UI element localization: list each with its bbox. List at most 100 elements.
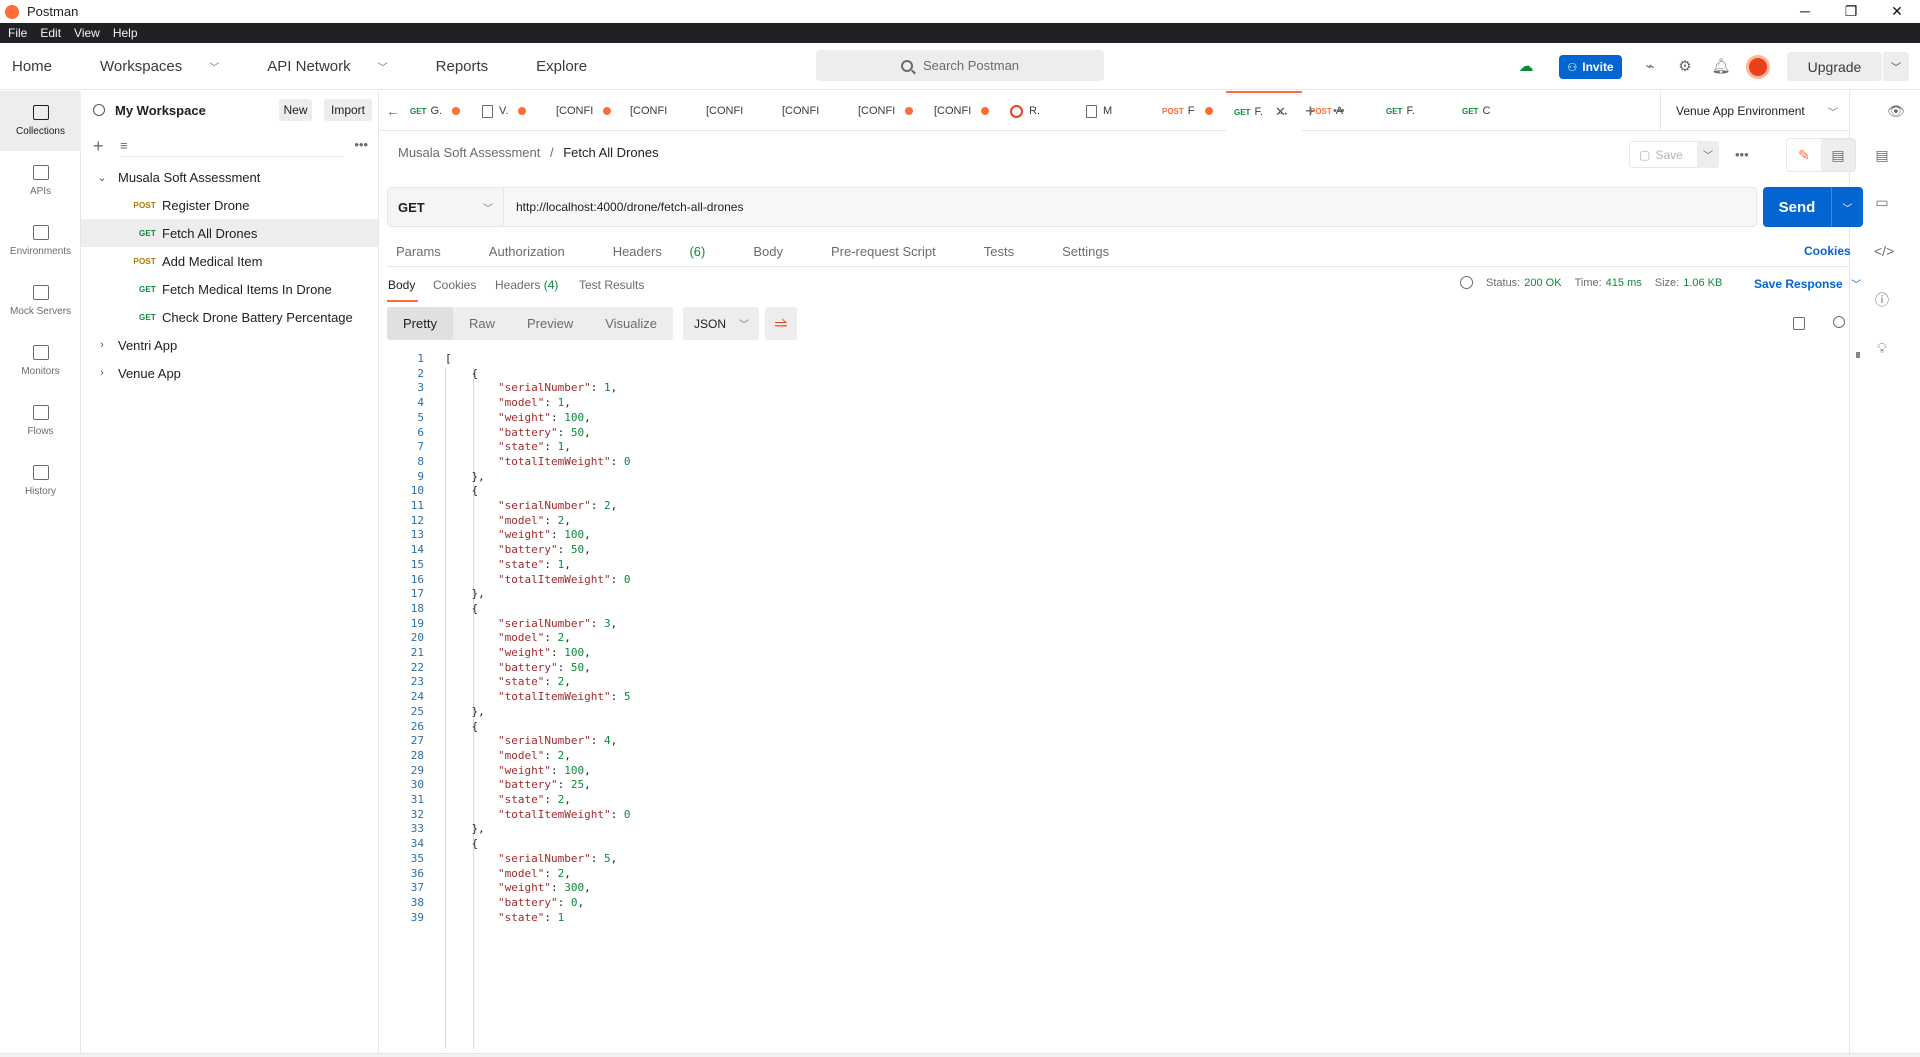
request-tab[interactable]: [CONFI [850,91,926,131]
request-tab[interactable]: M [1078,91,1154,131]
scrollbar-thumb[interactable] [1856,352,1860,358]
chevron-right-icon[interactable]: › [94,339,110,351]
save-response-button[interactable]: Save Response ﹀ [1754,276,1861,291]
request-tab[interactable]: [CONFI [548,91,622,131]
time-value[interactable]: 415 ms [1606,277,1642,289]
close-window-icon[interactable]: ✕ [1874,0,1920,23]
notification-bell-icon[interactable]: 🔔︎ [1710,55,1732,77]
editor-scrollbar[interactable] [1856,352,1860,1049]
breadcrumb-request[interactable]: Fetch All Drones [563,145,658,160]
url-input[interactable]: http://localhost:4000/drone/fetch-all-dr… [504,188,1756,226]
collection-item[interactable]: › Venue App [81,359,378,387]
request-item[interactable]: GET Check Drone Battery Percentage [81,303,378,331]
request-item[interactable]: POST Register Drone [81,191,378,219]
sync-cloud-icon[interactable]: ☁ [1515,55,1537,77]
globe-icon[interactable] [1460,276,1473,289]
tab-authorization[interactable]: Authorization [489,244,589,259]
rail-apis[interactable]: APIs [0,151,81,211]
view-mode-preview[interactable]: Preview [511,307,589,340]
request-tab[interactable]: [CONFI [926,91,1002,131]
tab-params[interactable]: Params [396,244,465,259]
info-icon[interactable]: ⓘ [1874,292,1890,308]
new-button[interactable]: New [279,99,312,121]
format-select[interactable]: JSON ﹀ [683,307,760,340]
chevron-down-icon[interactable]: ⌄ [94,171,110,184]
rail-collections[interactable]: Collections [0,91,81,151]
new-tab-icon[interactable]: + [1297,91,1316,131]
user-avatar[interactable] [1746,55,1770,79]
size-value[interactable]: 1.06 KB [1683,277,1722,289]
upgrade-dropdown-button[interactable]: ﹀ [1883,52,1909,81]
menu-edit[interactable]: Edit [40,26,61,40]
request-tab[interactable]: [CONFI [698,91,774,131]
request-tab[interactable]: GET F. ✕ [1226,91,1302,131]
settings-gear-icon[interactable]: ⚙ [1674,55,1696,77]
send-dropdown-button[interactable]: ﹀ [1831,187,1863,227]
breadcrumb-collection[interactable]: Musala Soft Assessment [398,145,540,160]
request-tab[interactable]: POST F [1154,91,1226,131]
request-item[interactable]: GET Fetch All Drones [81,219,378,247]
environment-select[interactable]: Venue App Environment ﹀ [1660,91,1850,131]
request-tab[interactable]: V. [474,91,548,131]
tab-body[interactable]: Body [753,244,807,259]
code-snippet-icon[interactable]: </> [1874,243,1894,259]
rail-environments[interactable]: Environments [0,211,81,271]
rail-monitors[interactable]: Monitors [0,331,81,391]
nav-home[interactable]: Home [12,58,76,75]
view-mode-raw[interactable]: Raw [453,307,511,340]
add-collection-icon[interactable]: + [93,136,109,157]
more-options-icon[interactable]: ••• [354,137,368,152]
response-tab-headers[interactable]: Headers (4) [495,278,558,292]
save-dropdown-button[interactable]: ﹀ [1697,141,1719,168]
view-mode-visualize[interactable]: Visualize [589,307,673,340]
edit-pencil-icon[interactable]: ✎ [1787,139,1821,171]
documentation-icon[interactable]: ▤ [1874,147,1890,163]
search-input[interactable]: Search Postman [816,50,1104,81]
view-mode-pretty[interactable]: Pretty [387,307,453,340]
menu-file[interactable]: File [8,26,27,40]
response-tab-body[interactable]: Body [388,278,415,292]
chevron-right-icon[interactable]: › [94,367,110,379]
status-value[interactable]: 200 OK [1524,277,1561,289]
invite-button[interactable]: ⚇ Invite [1559,55,1622,79]
satellite-icon[interactable]: ⌁ [1639,55,1661,77]
nav-api-network[interactable]: API Network ﹀ [267,58,411,75]
rail-mock-servers[interactable]: Mock Servers [0,271,81,331]
method-select[interactable]: GET ﹀ [388,188,504,226]
scroll-tabs-right-icon[interactable]: → [1268,91,1290,131]
workspace-name[interactable]: My Workspace [115,103,206,118]
restore-icon[interactable]: ❐ [1828,0,1874,23]
tab-tests[interactable]: Tests [984,244,1038,259]
comments-icon[interactable]: ▭ [1874,194,1890,210]
request-tab[interactable]: R. [1002,91,1078,131]
collection-item[interactable]: ⌄ Musala Soft Assessment [81,163,378,191]
nav-workspaces[interactable]: Workspaces ﹀ [100,58,243,75]
menu-view[interactable]: View [74,26,100,40]
response-tab-cookies[interactable]: Cookies [433,278,476,292]
collection-item[interactable]: › Ventri App [81,331,378,359]
menu-help[interactable]: Help [113,26,138,40]
request-tab[interactable]: GET F. [1378,91,1454,131]
wrap-lines-icon[interactable]: ⥬ [765,307,798,340]
response-body-editor[interactable]: 1[2 {3 "serialNumber": 1, 4 "model": 1, 5 … [387,352,1849,1049]
request-tab[interactable]: [CONFI [774,91,850,131]
response-tab-test-results[interactable]: Test Results [579,278,644,292]
request-tab[interactable]: GET C [1454,91,1526,131]
copy-icon[interactable] [1793,317,1805,330]
rail-flows[interactable]: Flows [0,391,81,451]
request-item[interactable]: GET Fetch Medical Items In Drone [81,275,378,303]
request-tab[interactable]: [CONFI [622,91,698,131]
nav-reports[interactable]: Reports [436,58,513,75]
request-item[interactable]: POST Add Medical Item [81,247,378,275]
tab-options-icon[interactable]: ••• [1325,91,1345,131]
send-button[interactable]: Send [1763,187,1831,227]
minimize-icon[interactable]: ─ [1782,0,1828,23]
rail-history[interactable]: History [0,451,81,511]
scroll-tabs-left-icon[interactable]: ← [380,91,400,131]
tab-headers[interactable]: Headers (6) [613,244,730,259]
nav-explore[interactable]: Explore [536,58,611,75]
comment-view-icon[interactable]: ▤ [1821,139,1855,171]
request-tab[interactable]: GET G. [402,91,474,131]
tab-pre-request-script[interactable]: Pre-request Script [831,244,960,259]
search-response-icon[interactable] [1833,316,1845,328]
